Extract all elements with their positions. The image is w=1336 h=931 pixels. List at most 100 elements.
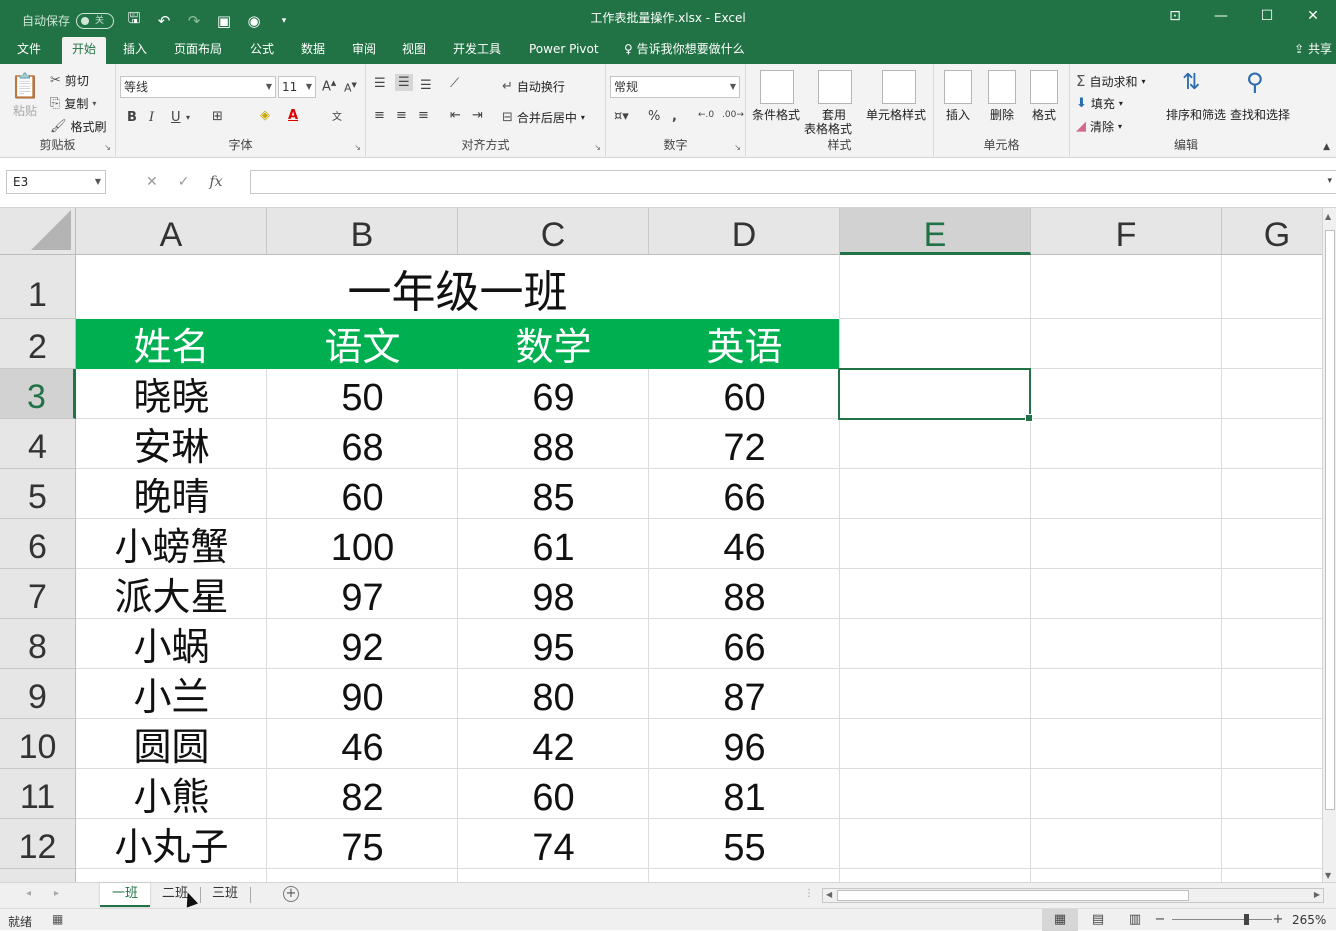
table-cell[interactable]: 66 — [649, 619, 840, 669]
table-cell[interactable]: 60 — [649, 369, 840, 419]
minimize-icon[interactable]: — — [1198, 0, 1244, 32]
format-painter-button[interactable]: 🖌 格式刷 — [50, 118, 107, 135]
tell-me-box[interactable]: ♀ 告诉我你想要做什么 — [624, 40, 745, 57]
zoom-in-icon[interactable]: + — [1268, 909, 1288, 931]
table-cell[interactable]: 92 — [267, 619, 458, 669]
row-header-7[interactable]: 7 — [0, 569, 76, 619]
increase-indent-icon[interactable]: ⇥ — [472, 108, 483, 123]
bold-button[interactable]: B — [127, 110, 137, 125]
column-header-b[interactable]: B — [267, 208, 458, 255]
table-cell[interactable]: 82 — [267, 769, 458, 819]
page-break-view-icon[interactable]: ▥ — [1117, 909, 1153, 931]
header-cell-english[interactable]: 英语 — [649, 319, 840, 369]
table-cell[interactable]: 68 — [267, 419, 458, 469]
sort-filter-button[interactable]: 排序和筛选 — [1166, 106, 1226, 123]
table-cell[interactable]: 42 — [458, 719, 649, 769]
row-header-2[interactable]: 2 — [0, 319, 76, 369]
camera-icon[interactable]: ◉ — [244, 12, 264, 30]
table-cell[interactable]: 60 — [458, 769, 649, 819]
tab-review[interactable]: 审阅 — [352, 40, 376, 64]
header-cell-name[interactable]: 姓名 — [76, 319, 267, 369]
table-cell[interactable]: 61 — [458, 519, 649, 569]
dialog-launcher-icon[interactable]: ↘ — [354, 143, 361, 152]
cut-button[interactable]: ✂ 剪切 — [50, 72, 89, 89]
table-cell[interactable]: 88 — [458, 419, 649, 469]
table-cell[interactable]: 66 — [649, 469, 840, 519]
phonetic-icon[interactable]: 文 — [332, 108, 342, 123]
row-header-12[interactable]: 12 — [0, 819, 76, 869]
table-cell[interactable]: 晓晓 — [76, 369, 267, 419]
ribbon-display-icon[interactable]: ⊡ — [1152, 0, 1198, 32]
redo-icon[interactable]: ↷ — [184, 12, 204, 30]
table-cell[interactable]: 小蜗 — [76, 619, 267, 669]
table-cell[interactable]: 98 — [458, 569, 649, 619]
row-header-5[interactable]: 5 — [0, 469, 76, 519]
column-header-e[interactable]: E — [840, 208, 1031, 255]
page-layout-view-icon[interactable]: ▤ — [1080, 909, 1116, 931]
zoom-out-icon[interactable]: − — [1150, 909, 1170, 931]
increase-decimal-icon[interactable]: ←.0 — [698, 110, 714, 120]
table-cell[interactable]: 小螃蟹 — [76, 519, 267, 569]
row-header-4[interactable]: 4 — [0, 419, 76, 469]
format-as-table-line2[interactable]: 表格格式 — [804, 120, 852, 137]
align-right-icon[interactable]: ≡ — [418, 108, 429, 123]
table-cell[interactable]: 圆圆 — [76, 719, 267, 769]
font-size-combo[interactable]: 11 ▼ — [278, 76, 316, 98]
conditional-format-button[interactable]: 条件格式 — [752, 106, 800, 123]
delete-cells-button[interactable]: 删除 — [990, 106, 1014, 123]
table-cell[interactable]: 小兰 — [76, 669, 267, 719]
dialog-launcher-icon[interactable]: ↘ — [594, 143, 601, 152]
split-handle-icon[interactable]: ⋮ — [804, 888, 814, 899]
insert-cells-button[interactable]: 插入 — [946, 106, 970, 123]
row-header-1[interactable]: 1 — [0, 255, 76, 319]
align-left-icon[interactable]: ≡ — [374, 108, 385, 123]
collapse-ribbon-icon[interactable]: ▲ — [1323, 142, 1330, 152]
align-middle-icon[interactable]: ☰ — [395, 74, 413, 91]
tab-developer[interactable]: 开发工具 — [453, 40, 501, 64]
zoom-slider-knob[interactable] — [1244, 914, 1249, 925]
table-cell[interactable]: 95 — [458, 619, 649, 669]
table-cell[interactable]: 50 — [267, 369, 458, 419]
align-top-icon[interactable]: ☰ — [374, 76, 386, 91]
fill-button[interactable]: ⬇ 填充 ▾ — [1076, 95, 1123, 112]
autosave-switch[interactable]: 关 — [76, 12, 115, 29]
table-cell[interactable]: 小熊 — [76, 769, 267, 819]
header-cell-chinese[interactable]: 语文 — [267, 319, 458, 369]
expand-formula-icon[interactable]: ▾ — [1327, 176, 1332, 186]
dialog-launcher-icon[interactable]: ↘ — [104, 143, 111, 152]
percent-button[interactable]: % — [648, 109, 660, 124]
save-icon[interactable]: 🖫 — [124, 8, 144, 33]
normal-view-icon[interactable]: ▦ — [1042, 909, 1078, 931]
currency-icon[interactable]: ¤▾ — [614, 109, 629, 124]
zoom-slider[interactable] — [1172, 919, 1272, 920]
prev-sheet-icon[interactable]: ◂ — [26, 888, 31, 899]
share-button[interactable]: ⇪ 共享 — [1294, 40, 1332, 57]
decrease-indent-icon[interactable]: ⇤ — [450, 108, 461, 123]
row-header-11[interactable]: 11 — [0, 769, 76, 819]
next-sheet-icon[interactable]: ▸ — [54, 888, 59, 899]
border-icon[interactable]: ⊞ — [212, 109, 223, 124]
close-icon[interactable]: ✕ — [1290, 0, 1336, 32]
cancel-icon[interactable]: ✕ — [146, 174, 158, 190]
macro-record-icon[interactable]: ▦ — [52, 912, 63, 926]
table-cell[interactable]: 96 — [649, 719, 840, 769]
align-bottom-icon[interactable]: ☰ — [420, 78, 432, 93]
table-cell[interactable]: 75 — [267, 819, 458, 869]
form-icon[interactable]: ▣ — [214, 12, 234, 30]
orientation-icon[interactable]: ⟋ — [450, 76, 459, 91]
format-cells-button[interactable]: 格式 — [1032, 106, 1056, 123]
column-header-c[interactable]: C — [458, 208, 649, 255]
table-cell[interactable]: 69 — [458, 369, 649, 419]
formula-input[interactable] — [250, 170, 1336, 194]
italic-button[interactable]: I — [149, 110, 154, 125]
name-box[interactable]: E3 ▼ — [6, 170, 106, 194]
undo-icon[interactable]: ↶ — [154, 12, 174, 30]
tab-formulas[interactable]: 公式 — [250, 40, 274, 64]
cell-styles-button[interactable]: 单元格样式 — [866, 106, 926, 123]
scroll-down-icon[interactable]: ▼ — [1325, 871, 1331, 880]
vertical-scrollbar[interactable]: ▲ ▼ — [1322, 208, 1336, 882]
table-cell[interactable]: 85 — [458, 469, 649, 519]
chevron-down-icon[interactable]: ▾ — [186, 113, 190, 122]
wrap-text-button[interactable]: ↵ 自动换行 — [502, 78, 565, 95]
table-cell[interactable]: 46 — [267, 719, 458, 769]
